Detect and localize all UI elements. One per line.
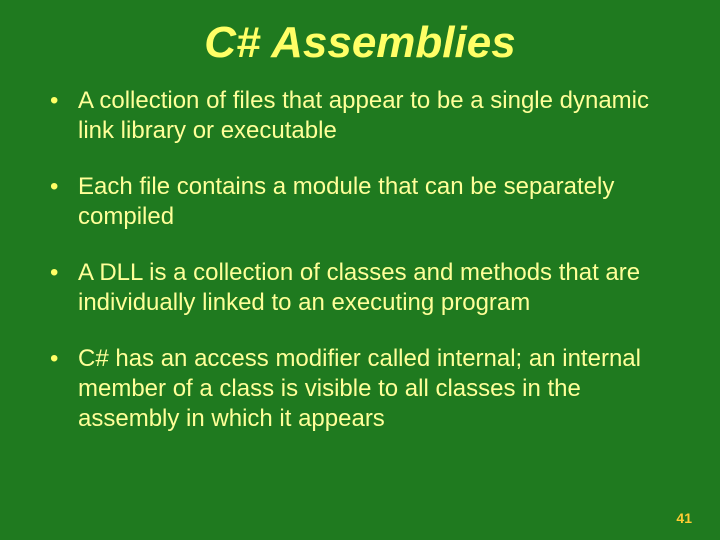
bullet-item: Each file contains a module that can be … — [50, 172, 670, 232]
slide: C# Assemblies A collection of files that… — [0, 0, 720, 540]
slide-title: C# Assemblies — [0, 0, 720, 86]
bullet-item: A collection of files that appear to be … — [50, 86, 670, 146]
bullet-item: C# has an access modifier called interna… — [50, 344, 670, 434]
slide-content: A collection of files that appear to be … — [0, 86, 720, 434]
bullet-list: A collection of files that appear to be … — [50, 86, 670, 434]
page-number: 41 — [676, 510, 692, 526]
bullet-item: A DLL is a collection of classes and met… — [50, 258, 670, 318]
